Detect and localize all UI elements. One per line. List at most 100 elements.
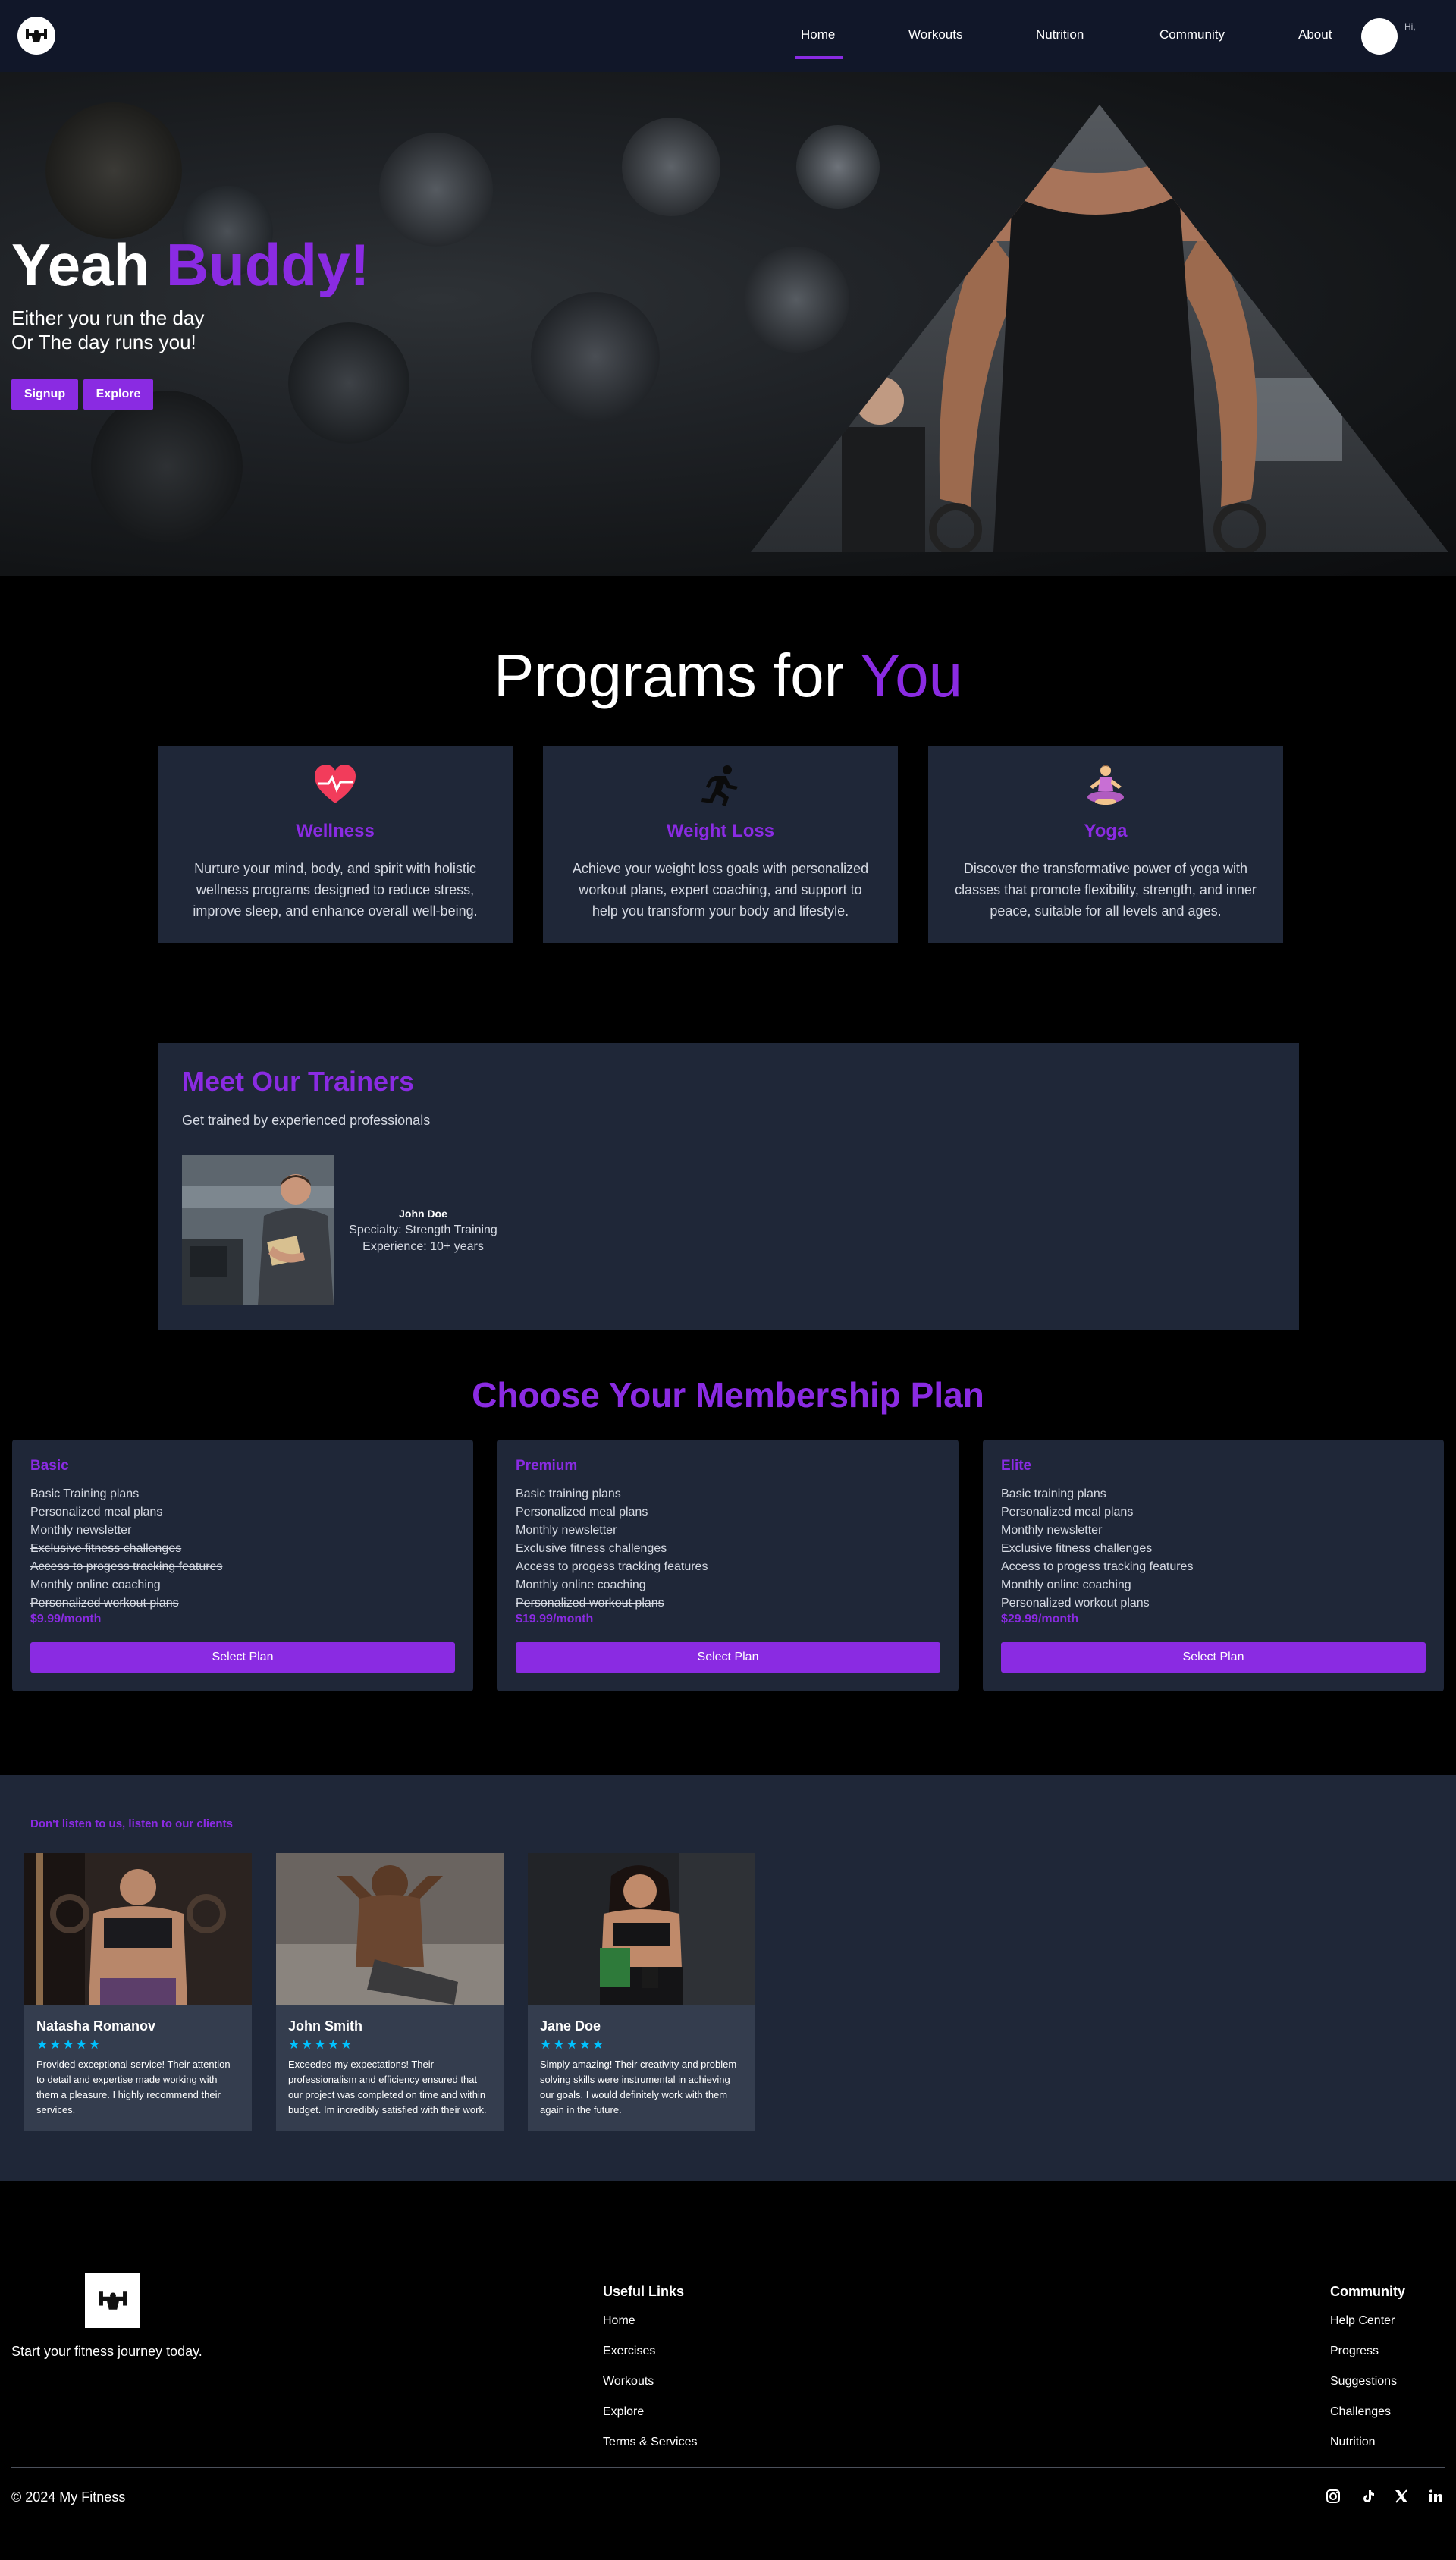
testimonial-text: Simply amazing! Their creativity and pro… [540, 2059, 740, 2116]
trainer-specialty: Specialty: Strength Training [349, 1223, 497, 1236]
plan-price: $19.99/month [516, 1613, 594, 1626]
plan-feature-excluded: Monthly online coaching [516, 1578, 646, 1591]
plan-feature: Exclusive fitness challenges [516, 1542, 667, 1555]
linkedin-icon[interactable] [1426, 2487, 1445, 2505]
tiktok-icon[interactable] [1359, 2487, 1377, 2505]
plan-price: $9.99/month [30, 1613, 102, 1626]
running-person-icon [701, 765, 738, 806]
nav-item-home[interactable]: Home [801, 27, 835, 42]
plan-feature: Personalized meal plans [1001, 1506, 1134, 1519]
footer-link-exercises[interactable]: Exercises [603, 2345, 697, 2375]
plan-card-basic: Basic Basic Training plans Personalized … [12, 1440, 473, 1691]
program-title: Weight Loss [666, 821, 775, 841]
plan-feature: Basic training plans [1001, 1487, 1106, 1500]
footer-copyright: © 2024 My Fitness [11, 2489, 126, 2505]
footer-tagline: Start your fitness journey today. [11, 2344, 202, 2359]
dumbbell-logo-icon [99, 2291, 127, 2310]
plan-feature: Monthly newsletter [30, 1524, 132, 1537]
footer-link-terms[interactable]: Terms & Services [603, 2436, 697, 2466]
plan-feature: Monthly newsletter [1001, 1524, 1103, 1537]
footer-column-title: Useful Links [603, 2284, 685, 2299]
programs-title: Programs for You [0, 641, 1456, 711]
nav-item-community[interactable]: Community [1159, 27, 1225, 42]
testimonial-name: Jane Doe [540, 2018, 601, 2034]
nav-item-nutrition[interactable]: Nutrition [1036, 27, 1084, 42]
program-description: Achieve your weight loss goals with pers… [572, 861, 869, 919]
trainer-name: John Doe [399, 1208, 447, 1220]
plan-feature-excluded: Personalized workout plans [30, 1597, 179, 1610]
select-plan-basic-button[interactable]: Select Plan [30, 1642, 455, 1673]
plan-feature: Access to progess tracking features [1001, 1560, 1194, 1573]
footer: Start your fitness journey today. Useful… [0, 2181, 1456, 2560]
select-plan-premium-button[interactable]: Select Plan [516, 1642, 940, 1673]
logo[interactable] [17, 17, 55, 55]
footer-logo[interactable] [85, 2273, 140, 2328]
hero-athlete-image [751, 105, 1448, 552]
program-card-wellness[interactable]: Wellness Nurture your mind, body, and sp… [158, 746, 513, 943]
trainer-info: John Doe Specialty: Strength Training Ex… [336, 1205, 510, 1255]
footer-link-help-center[interactable]: Help Center [1330, 2314, 1405, 2345]
programs-title-accent: You [860, 642, 963, 709]
plan-name: Premium [516, 1458, 578, 1474]
trainers-title: Meet Our Trainers [182, 1066, 415, 1097]
user-greeting: Hi, [1404, 21, 1416, 32]
plan-price: $29.99/month [1001, 1613, 1079, 1626]
navbar: Home Workouts Nutrition Community About … [0, 0, 1456, 72]
hero-subtitle-line1: Either you run the day [11, 306, 205, 329]
testimonial-photo [276, 1853, 504, 2005]
plan-feature: Basic Training plans [30, 1487, 140, 1500]
plan-feature: Monthly newsletter [516, 1524, 617, 1537]
footer-useful-links: Useful Links Home Exercises Workouts Exp… [603, 2284, 697, 2466]
footer-link-workouts[interactable]: Workouts [603, 2375, 697, 2405]
hero-title-accent: Buddy! [165, 231, 370, 298]
testimonial-card: Jane Doe ★★★★★ Simply amazing! Their cre… [528, 1853, 755, 2131]
footer-community-links: Community Help Center Progress Suggestio… [1330, 2284, 1405, 2466]
testimonial-photo [24, 1853, 252, 2005]
footer-divider [11, 2467, 1445, 2468]
program-description: Nurture your mind, body, and spirit with… [193, 861, 478, 919]
user-avatar[interactable] [1361, 18, 1398, 55]
x-icon[interactable] [1392, 2487, 1410, 2505]
trainer-experience: Experience: 10+ years [362, 1240, 484, 1253]
star-rating-icon: ★★★★★ [540, 2037, 606, 2052]
active-nav-indicator [795, 56, 843, 59]
nav-item-about[interactable]: About [1298, 27, 1332, 42]
footer-link-home[interactable]: Home [603, 2314, 697, 2345]
footer-link-progress[interactable]: Progress [1330, 2345, 1405, 2375]
nav-item-workouts[interactable]: Workouts [908, 27, 963, 42]
footer-link-nutrition[interactable]: Nutrition [1330, 2436, 1405, 2466]
plan-card-elite: Elite Basic training plans Personalized … [983, 1440, 1444, 1691]
select-plan-elite-button[interactable]: Select Plan [1001, 1642, 1426, 1673]
heart-pulse-icon [315, 765, 356, 803]
plan-feature: Access to progess tracking features [516, 1560, 708, 1573]
plan-features: Basic training plans Personalized meal p… [1001, 1485, 1193, 1613]
footer-link-explore[interactable]: Explore [603, 2405, 697, 2436]
footer-column-title: Community [1330, 2284, 1405, 2299]
plan-feature-excluded: Personalized workout plans [516, 1597, 664, 1610]
programs-title-prefix: Programs for [493, 642, 845, 709]
explore-button[interactable]: Explore [83, 379, 153, 410]
footer-link-challenges[interactable]: Challenges [1330, 2405, 1405, 2436]
plan-feature: Monthly online coaching [1001, 1578, 1131, 1591]
plan-feature-excluded: Access to progess tracking features [30, 1560, 223, 1573]
footer-link-suggestions[interactable]: Suggestions [1330, 2375, 1405, 2405]
testimonial-text: Exceeded my expectations! Their professi… [288, 2059, 487, 2116]
signup-button[interactable]: Signup [11, 379, 78, 410]
testimonial-card: Natasha Romanov ★★★★★ Provided exception… [24, 1853, 252, 2131]
program-card-weight-loss[interactable]: Weight Loss Achieve your weight loss goa… [543, 746, 898, 943]
plan-feature: Basic training plans [516, 1487, 621, 1500]
plan-feature: Personalized meal plans [30, 1506, 163, 1519]
program-description: Discover the transformative power of yog… [955, 861, 1257, 919]
plan-features: Basic Training plans Personalized meal p… [30, 1485, 222, 1613]
testimonial-name: Natasha Romanov [36, 2018, 156, 2034]
testimonials-heading: Don't listen to us, listen to our client… [30, 1817, 233, 1830]
plan-features: Basic training plans Personalized meal p… [516, 1485, 708, 1613]
testimonial-photo [528, 1853, 755, 2005]
membership-title: Choose Your Membership Plan [472, 1375, 984, 1415]
trainers-subtitle: Get trained by experienced professionals [182, 1113, 431, 1128]
instagram-icon[interactable] [1324, 2487, 1342, 2505]
plan-feature-excluded: Exclusive fitness challenges [30, 1542, 182, 1555]
plan-feature: Personalized workout plans [1001, 1597, 1150, 1610]
program-card-yoga[interactable]: Yoga Discover the transformative power o… [928, 746, 1283, 943]
testimonial-card: John Smith ★★★★★ Exceeded my expectation… [276, 1853, 504, 2131]
